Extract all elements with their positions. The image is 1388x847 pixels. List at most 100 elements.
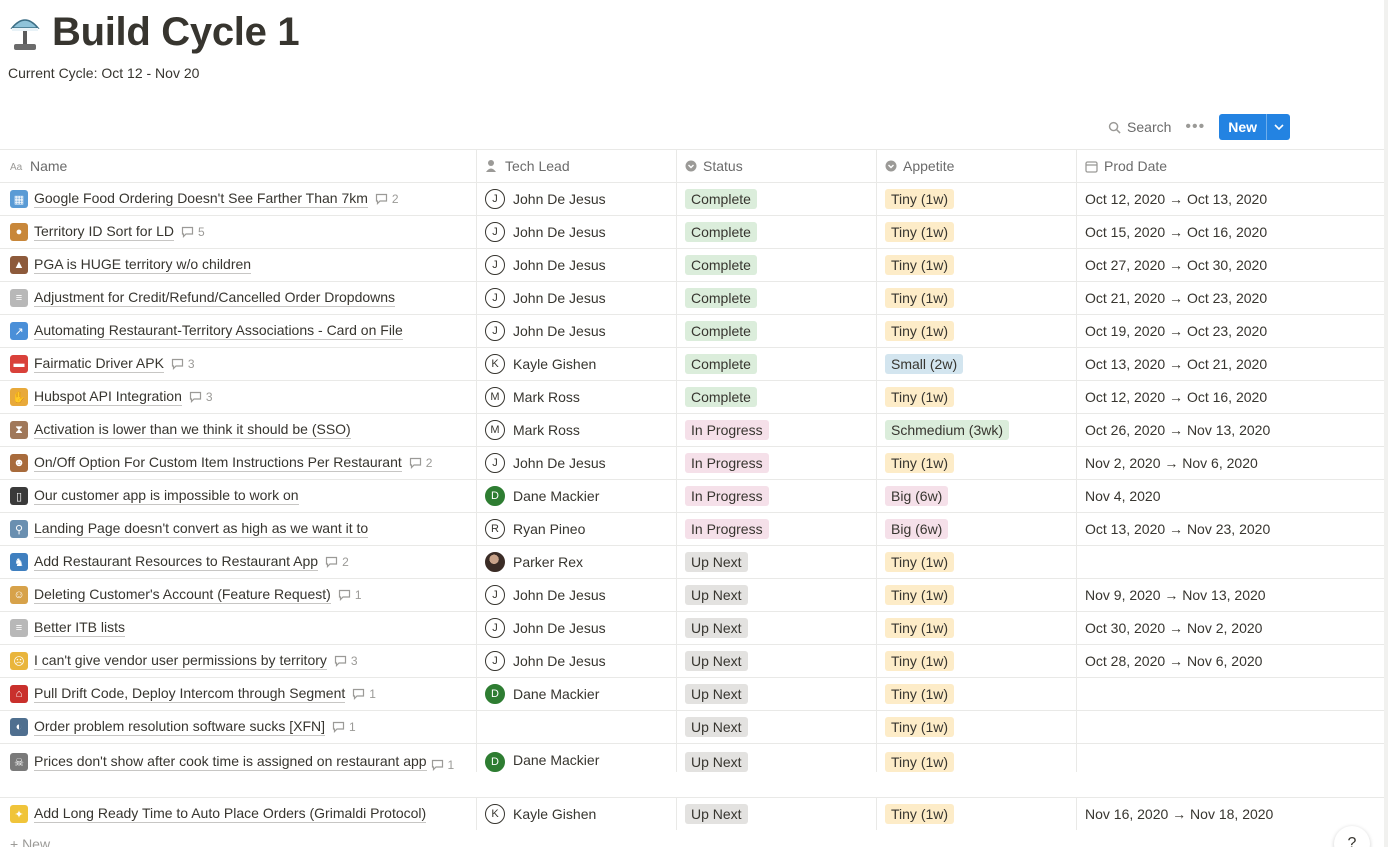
name-cell[interactable]: ☺ Deleting Customer's Account (Feature Re… <box>0 579 477 611</box>
appetite-cell[interactable]: Tiny (1w) <box>877 249 1077 281</box>
prod-date-cell[interactable]: Nov 16, 2020 → Nov 18, 2020 <box>1077 798 1388 830</box>
table-row[interactable]: ☹ I can't give vendor user permissions by… <box>0 644 1388 677</box>
status-cell[interactable]: Up Next <box>677 546 877 578</box>
name-cell[interactable]: ♞ Add Restaurant Resources to Restaurant … <box>0 546 477 578</box>
name-cell[interactable]: ☻ On/Off Option For Custom Item Instructi… <box>0 447 477 479</box>
row-title[interactable]: Add Restaurant Resources to Restaurant A… <box>34 553 319 571</box>
row-title[interactable]: Adjustment for Credit/Refund/Cancelled O… <box>34 289 396 307</box>
comment-count[interactable]: 1 <box>332 720 356 734</box>
row-title[interactable]: Automating Restaurant-Territory Associat… <box>34 322 403 340</box>
name-cell[interactable]: ▦ Google Food Ordering Doesn't See Farthe… <box>0 183 477 215</box>
appetite-cell[interactable]: Big (6w) <box>877 480 1077 512</box>
tech-lead-cell[interactable]: J John De Jesus <box>477 645 677 677</box>
row-title[interactable]: Landing Page doesn't convert as high as … <box>34 520 369 538</box>
status-cell[interactable]: Complete <box>677 315 877 347</box>
table-row[interactable]: ✋ Hubspot API Integration 3 M Mark Ross Compl… <box>0 380 1388 413</box>
status-cell[interactable]: Up Next <box>677 678 877 710</box>
tech-lead-cell[interactable]: J John De Jesus <box>477 315 677 347</box>
table-row[interactable]: ▦ Google Food Ordering Doesn't See Farthe… <box>0 182 1388 215</box>
search-button[interactable]: Search <box>1108 119 1171 135</box>
row-title[interactable]: Better ITB lists <box>34 619 126 637</box>
prod-date-cell[interactable]: Oct 15, 2020 → Oct 16, 2020 <box>1077 216 1388 248</box>
appetite-cell[interactable]: Tiny (1w) <box>877 579 1077 611</box>
row-title[interactable]: Google Food Ordering Doesn't See Farther… <box>34 190 368 208</box>
appetite-cell[interactable]: Tiny (1w) <box>877 315 1077 347</box>
table-row[interactable]: ▲ PGA is HUGE territory w/o children J John… <box>0 248 1388 281</box>
tech-lead-cell[interactable]: Parker Rex <box>477 546 677 578</box>
status-cell[interactable]: Up Next <box>677 798 877 830</box>
name-cell[interactable]: ≡ Better ITB lists <box>0 612 477 644</box>
status-cell[interactable]: Complete <box>677 348 877 380</box>
comment-count[interactable]: 1 <box>352 687 376 701</box>
row-title[interactable]: I can't give vendor user permissions by … <box>34 652 327 670</box>
table-row[interactable]: ☠ Prices don't show after cook time is as… <box>0 743 1388 797</box>
row-title[interactable]: Hubspot API Integration <box>34 388 182 406</box>
table-row[interactable]: ● Territory ID Sort for LD 5 J John De Jesus… <box>0 215 1388 248</box>
table-row[interactable]: ↗ Automating Restaurant-Territory Associa… <box>0 314 1388 347</box>
tech-lead-cell[interactable]: J John De Jesus <box>477 216 677 248</box>
tech-lead-cell[interactable] <box>477 711 677 743</box>
comment-count[interactable]: 1 <box>338 588 362 602</box>
name-cell[interactable]: ☠ Prices don't show after cook time is as… <box>0 744 477 772</box>
row-title[interactable]: Order problem resolution software sucks … <box>34 718 325 736</box>
name-cell[interactable]: ▲ PGA is HUGE territory w/o children <box>0 249 477 281</box>
prod-date-cell[interactable]: Oct 30, 2020 → Nov 2, 2020 <box>1077 612 1388 644</box>
name-cell[interactable]: ☹ I can't give vendor user permissions by… <box>0 645 477 677</box>
status-cell[interactable]: Complete <box>677 216 877 248</box>
name-cell[interactable]: ▯ Our customer app is impossible to work … <box>0 480 477 512</box>
row-title[interactable]: PGA is HUGE territory w/o children <box>34 256 252 274</box>
column-header-name[interactable]: Aa Name <box>0 150 477 182</box>
prod-date-cell[interactable]: Oct 28, 2020 → Nov 6, 2020 <box>1077 645 1388 677</box>
table-row[interactable]: ⧗ Activation is lower than we think it sh… <box>0 413 1388 446</box>
row-title[interactable]: Deleting Customer's Account (Feature Req… <box>34 586 331 604</box>
prod-date-cell[interactable] <box>1077 744 1388 752</box>
comment-count[interactable]: 2 <box>325 555 349 569</box>
tech-lead-cell[interactable]: J John De Jesus <box>477 447 677 479</box>
row-title[interactable]: On/Off Option For Custom Item Instructio… <box>34 454 402 472</box>
table-row[interactable]: ♞ Add Restaurant Resources to Restaurant … <box>0 545 1388 578</box>
new-dropdown-button[interactable] <box>1267 114 1290 140</box>
tech-lead-cell[interactable]: M Mark Ross <box>477 414 677 446</box>
appetite-cell[interactable]: Tiny (1w) <box>877 744 1077 772</box>
tech-lead-cell[interactable]: D Dane Mackier <box>477 678 677 710</box>
prod-date-cell[interactable]: Oct 12, 2020 → Oct 13, 2020 <box>1077 183 1388 215</box>
prod-date-cell[interactable] <box>1077 711 1388 743</box>
appetite-cell[interactable]: Tiny (1w) <box>877 183 1077 215</box>
new-button[interactable]: New <box>1219 114 1267 140</box>
tech-lead-cell[interactable]: D Dane Mackier <box>477 744 677 772</box>
appetite-cell[interactable]: Tiny (1w) <box>877 546 1077 578</box>
status-cell[interactable]: Up Next <box>677 744 877 772</box>
prod-date-cell[interactable]: Oct 27, 2020 → Oct 30, 2020 <box>1077 249 1388 281</box>
prod-date-cell[interactable]: Nov 2, 2020 → Nov 6, 2020 <box>1077 447 1388 479</box>
tech-lead-cell[interactable]: M Mark Ross <box>477 381 677 413</box>
tech-lead-cell[interactable]: J John De Jesus <box>477 612 677 644</box>
tech-lead-cell[interactable]: K Kayle Gishen <box>477 798 677 830</box>
prod-date-cell[interactable]: Oct 13, 2020 → Oct 21, 2020 <box>1077 348 1388 380</box>
tech-lead-cell[interactable]: J John De Jesus <box>477 579 677 611</box>
row-title[interactable]: Add Long Ready Time to Auto Place Orders… <box>34 805 427 823</box>
comment-count[interactable]: 3 <box>171 357 195 371</box>
tech-lead-cell[interactable]: D Dane Mackier <box>477 480 677 512</box>
row-title[interactable]: Pull Drift Code, Deploy Intercom through… <box>34 685 346 703</box>
prod-date-cell[interactable]: Nov 4, 2020 <box>1077 480 1388 512</box>
prod-date-cell[interactable]: Oct 19, 2020 → Oct 23, 2020 <box>1077 315 1388 347</box>
status-cell[interactable]: Up Next <box>677 612 877 644</box>
name-cell[interactable]: ✋ Hubspot API Integration 3 <box>0 381 477 413</box>
status-cell[interactable]: In Progress <box>677 414 877 446</box>
tech-lead-cell[interactable]: J John De Jesus <box>477 183 677 215</box>
comment-count[interactable]: 5 <box>181 225 205 239</box>
prod-date-cell[interactable]: Oct 26, 2020 → Nov 13, 2020 <box>1077 414 1388 446</box>
table-row[interactable]: ⌂ Pull Drift Code, Deploy Intercom throug… <box>0 677 1388 710</box>
row-title[interactable]: Activation is lower than we think it sho… <box>34 421 351 439</box>
comment-count[interactable]: 2 <box>375 192 399 206</box>
prod-date-cell[interactable] <box>1077 546 1388 578</box>
status-cell[interactable]: Up Next <box>677 711 877 743</box>
appetite-cell[interactable]: Tiny (1w) <box>877 612 1077 644</box>
status-cell[interactable]: In Progress <box>677 480 877 512</box>
column-header-tech-lead[interactable]: Tech Lead <box>477 150 677 182</box>
appetite-cell[interactable]: Tiny (1w) <box>877 711 1077 743</box>
name-cell[interactable]: ▬ Fairmatic Driver APK 3 <box>0 348 477 380</box>
table-row[interactable]: ✦ Add Long Ready Time to Auto Place Order… <box>0 797 1388 830</box>
appetite-cell[interactable]: Tiny (1w) <box>877 282 1077 314</box>
table-row[interactable]: ≡ Adjustment for Credit/Refund/Cancelled … <box>0 281 1388 314</box>
